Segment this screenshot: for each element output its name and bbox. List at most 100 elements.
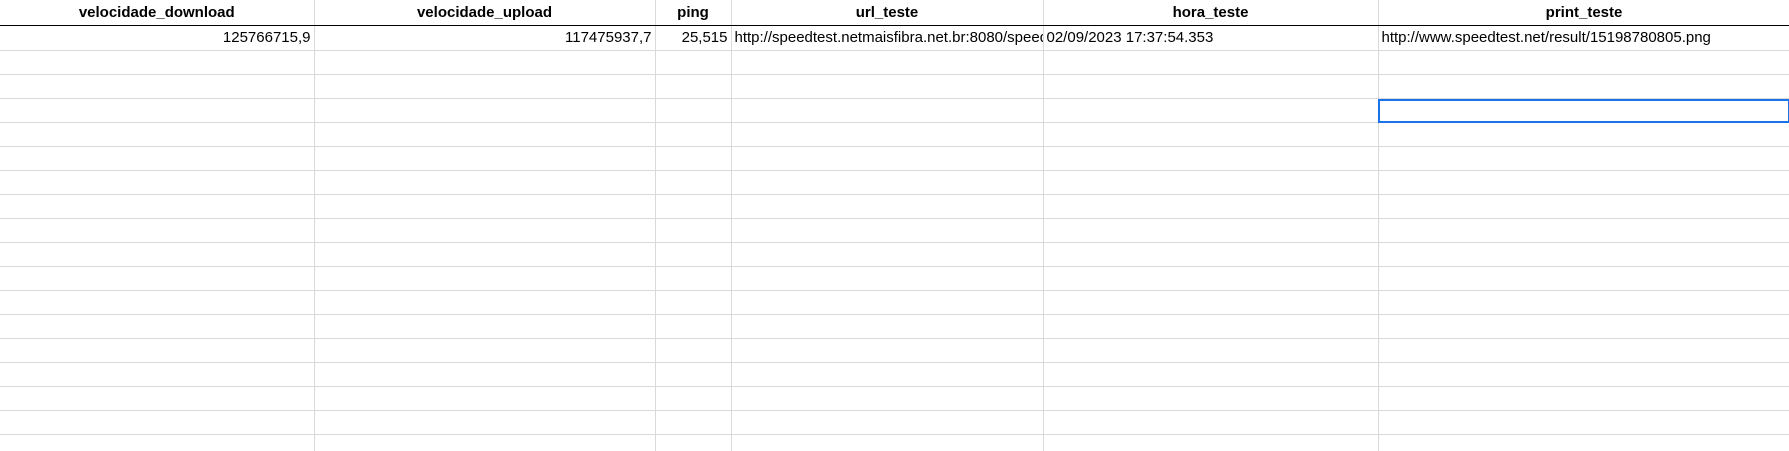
empty-cell[interactable] [314,290,656,315]
empty-cell[interactable] [0,194,315,219]
empty-cell[interactable] [655,362,732,387]
empty-cell[interactable] [655,314,732,339]
empty-cell[interactable] [1043,362,1379,387]
empty-cell[interactable] [655,290,732,315]
empty-cell[interactable] [1043,170,1379,195]
empty-cell[interactable] [0,362,315,387]
empty-cell[interactable] [314,170,656,195]
empty-cell[interactable] [1378,434,1789,451]
empty-cell[interactable] [0,218,315,243]
empty-cell[interactable] [731,338,1044,363]
column-header-velocidade-download[interactable]: velocidade_download [0,0,315,26]
empty-cell[interactable] [1378,386,1789,411]
empty-cell[interactable] [0,266,315,291]
empty-cell[interactable] [731,386,1044,411]
empty-cell[interactable] [731,362,1044,387]
empty-cell[interactable] [731,170,1044,195]
empty-cell[interactable] [0,338,315,363]
empty-cell[interactable] [731,266,1044,291]
empty-cell[interactable] [1378,122,1789,147]
empty-cell[interactable] [731,74,1044,99]
empty-cell[interactable] [314,50,656,75]
empty-cell[interactable] [314,242,656,267]
column-header-url-teste[interactable]: url_teste [731,0,1044,26]
empty-cell[interactable] [655,194,732,219]
empty-cell[interactable] [314,338,656,363]
empty-cell[interactable] [314,122,656,147]
empty-cell[interactable] [1378,338,1789,363]
empty-cell[interactable] [0,146,315,171]
empty-cell[interactable] [655,338,732,363]
empty-cell[interactable] [0,290,315,315]
empty-cell[interactable] [1378,50,1789,75]
empty-cell[interactable] [731,290,1044,315]
empty-cell[interactable] [0,50,315,75]
empty-cell[interactable] [0,170,315,195]
empty-cell[interactable] [314,410,656,435]
empty-cell[interactable] [731,98,1044,123]
empty-cell[interactable] [1378,170,1789,195]
empty-cell[interactable] [1043,194,1379,219]
column-header-ping[interactable]: ping [655,0,732,26]
empty-cell[interactable] [1378,362,1789,387]
empty-cell[interactable] [655,410,732,435]
empty-cell[interactable] [0,410,315,435]
empty-cell[interactable] [1043,98,1379,123]
empty-cell[interactable] [655,50,732,75]
empty-cell[interactable] [1378,194,1789,219]
empty-cell[interactable] [1043,50,1379,75]
empty-cell[interactable] [731,194,1044,219]
empty-cell[interactable] [1043,74,1379,99]
empty-cell[interactable] [1043,122,1379,147]
empty-cell[interactable] [314,98,656,123]
empty-cell[interactable] [1378,314,1789,339]
empty-cell[interactable] [314,266,656,291]
empty-cell[interactable] [731,146,1044,171]
cell-ping[interactable]: 25,515 [655,25,732,51]
empty-cell[interactable] [314,218,656,243]
empty-cell[interactable] [314,146,656,171]
empty-cell[interactable] [1378,290,1789,315]
column-header-print-teste[interactable]: print_teste [1378,0,1789,26]
empty-cell[interactable] [1378,242,1789,267]
empty-cell[interactable] [655,146,732,171]
empty-cell[interactable] [1378,146,1789,171]
empty-cell[interactable] [314,362,656,387]
empty-cell[interactable] [0,434,315,451]
empty-cell[interactable] [0,122,315,147]
empty-cell[interactable] [731,122,1044,147]
selected-cell[interactable] [1378,98,1789,123]
cell-url-teste[interactable]: http://speedtest.netmaisfibra.net.br:808… [731,25,1044,51]
empty-cell[interactable] [655,386,732,411]
empty-cell[interactable] [1378,218,1789,243]
cell-hora-teste[interactable]: 02/09/2023 17:37:54.353 [1043,25,1379,51]
empty-cell[interactable] [0,314,315,339]
empty-cell[interactable] [0,74,315,99]
empty-cell[interactable] [655,242,732,267]
empty-cell[interactable] [0,386,315,411]
empty-cell[interactable] [314,314,656,339]
empty-cell[interactable] [1043,410,1379,435]
empty-cell[interactable] [731,242,1044,267]
cell-velocidade-download[interactable]: 125766715,9 [0,25,315,51]
empty-cell[interactable] [1043,386,1379,411]
cell-print-teste[interactable]: http://www.speedtest.net/result/15198780… [1378,25,1789,51]
empty-cell[interactable] [314,194,656,219]
empty-cell[interactable] [1043,290,1379,315]
empty-cell[interactable] [1043,266,1379,291]
empty-cell[interactable] [0,98,315,123]
cell-velocidade-upload[interactable]: 117475937,7 [314,25,656,51]
empty-cell[interactable] [1043,338,1379,363]
empty-cell[interactable] [1043,218,1379,243]
column-header-hora-teste[interactable]: hora_teste [1043,0,1379,26]
empty-cell[interactable] [655,434,732,451]
empty-cell[interactable] [655,218,732,243]
empty-cell[interactable] [655,266,732,291]
empty-cell[interactable] [0,242,315,267]
empty-cell[interactable] [731,434,1044,451]
empty-cell[interactable] [731,50,1044,75]
empty-cell[interactable] [655,170,732,195]
empty-cell[interactable] [1378,410,1789,435]
empty-cell[interactable] [314,386,656,411]
empty-cell[interactable] [1043,314,1379,339]
